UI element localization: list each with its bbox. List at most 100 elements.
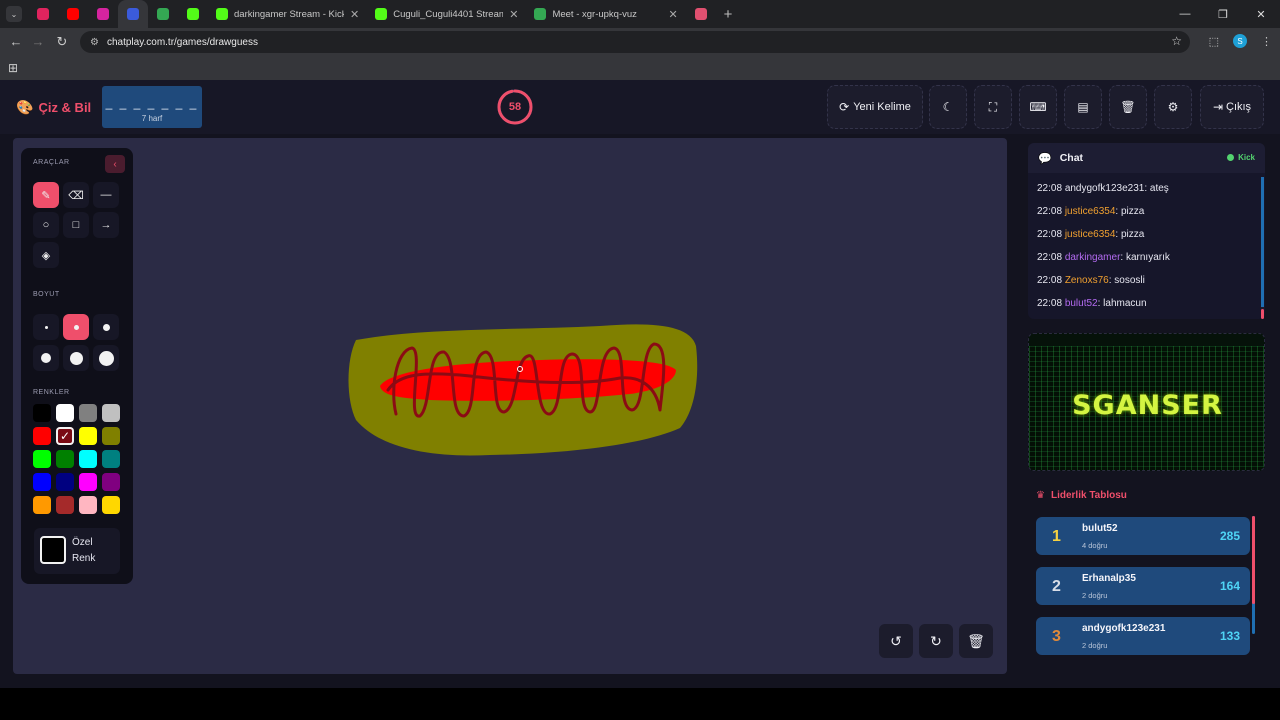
leaderboard-scrollbar[interactable]	[1252, 516, 1255, 634]
color-swatch[interactable]	[79, 496, 97, 514]
message-time: 22:08	[1037, 298, 1063, 309]
color-swatch[interactable]	[33, 450, 51, 468]
keyboard-button[interactable]: ⌨	[1019, 85, 1057, 129]
fill-tool[interactable]: ◈	[33, 242, 59, 268]
chat-scrollbar[interactable]	[1261, 177, 1264, 319]
close-window-icon[interactable]: ✕	[1242, 0, 1280, 28]
color-swatch[interactable]	[102, 427, 120, 445]
message-username[interactable]: justice6354	[1065, 229, 1116, 240]
streamer-banner: SGANSER	[1028, 333, 1265, 471]
menu-kebab-icon[interactable]: ⋮	[1261, 35, 1272, 48]
apps-grid-icon[interactable]: ⊞	[8, 61, 18, 75]
clear-canvas-button[interactable]: 🗑	[959, 624, 993, 658]
tab-search-button[interactable]: ⌄	[6, 6, 22, 22]
chat-message: 22:08 justice6354: pizza	[1037, 229, 1144, 240]
undo-button[interactable]: ↺	[879, 624, 913, 658]
player-score: 285	[1219, 529, 1240, 543]
settings-button[interactable]: ⚙	[1154, 85, 1192, 129]
color-swatch[interactable]	[33, 473, 51, 491]
brush-size-option[interactable]	[93, 314, 119, 340]
color-swatch[interactable]	[33, 404, 51, 422]
chat-scroll-thumb[interactable]	[1261, 309, 1264, 319]
kick-favicon-icon	[187, 8, 199, 20]
browser-tab[interactable]	[88, 0, 118, 28]
arrow-right-icon: →	[100, 219, 112, 231]
extensions-icon[interactable]: ⬚	[1209, 35, 1219, 48]
profile-avatar[interactable]: S	[1233, 34, 1247, 48]
browser-tab[interactable]: Meet - xgr-upkq-vuz ✕	[526, 0, 685, 28]
delete-button[interactable]: 🗑	[1109, 85, 1147, 129]
collapse-panel-button[interactable]: ‹	[105, 155, 125, 173]
brush-size-option[interactable]	[33, 345, 59, 371]
color-swatch[interactable]	[56, 496, 74, 514]
browser-tab[interactable]	[58, 0, 88, 28]
logout-icon: ⇥	[1212, 100, 1223, 114]
message-username[interactable]: justice6354	[1065, 206, 1116, 217]
close-tab-icon[interactable]: ✕	[350, 8, 359, 21]
browser-tab[interactable]	[178, 0, 208, 28]
message-username[interactable]: andygofk123e231	[1065, 183, 1145, 194]
site-info-icon[interactable]: ⚙	[90, 37, 99, 48]
color-swatch[interactable]	[79, 473, 97, 491]
color-swatch[interactable]	[79, 404, 97, 422]
size-dot-icon	[41, 353, 51, 363]
browser-tab[interactable]	[118, 0, 148, 28]
color-swatch[interactable]	[79, 450, 97, 468]
color-swatch[interactable]	[56, 473, 74, 491]
archive-button[interactable]: ▤	[1064, 85, 1102, 129]
redo-button[interactable]: ↻	[919, 624, 953, 658]
forward-icon[interactable]: →	[26, 34, 50, 49]
rectangle-tool[interactable]: □	[63, 212, 89, 238]
restore-icon[interactable]: ❐	[1204, 0, 1242, 28]
back-icon[interactable]: ←	[4, 34, 28, 49]
url-text[interactable]: chatplay.com.tr/games/drawguess	[107, 37, 258, 48]
leaderboard-scroll-thumb[interactable]	[1252, 516, 1255, 604]
fullscreen-button[interactable]: ⛶	[974, 85, 1012, 129]
color-swatch[interactable]	[79, 427, 97, 445]
word-length-hint: 7 harf	[141, 114, 163, 123]
color-swatch[interactable]	[56, 450, 74, 468]
eraser-tool[interactable]: ⌫	[63, 182, 89, 208]
logout-button[interactable]: ⇥ Çıkış	[1200, 85, 1264, 129]
dark-mode-button[interactable]: ☾	[929, 85, 967, 129]
arrow-tool[interactable]: →	[93, 212, 119, 238]
color-swatch[interactable]	[56, 404, 74, 422]
color-swatch[interactable]	[102, 473, 120, 491]
close-tab-icon[interactable]: ✕	[668, 8, 677, 21]
color-swatch[interactable]	[102, 450, 120, 468]
message-username[interactable]: bulut52	[1065, 298, 1098, 309]
new-word-button[interactable]: ⟳ Yeni Kelime	[827, 85, 923, 129]
app-logo[interactable]: 🎨 Çiz & Bil	[16, 99, 91, 116]
color-swatch[interactable]	[102, 404, 120, 422]
brush-size-option[interactable]	[93, 345, 119, 371]
size-label: BOYUT	[33, 291, 60, 298]
color-swatch[interactable]: ✓	[56, 427, 74, 445]
reload-icon[interactable]: ↻	[50, 34, 74, 50]
browser-tab[interactable]	[686, 0, 716, 28]
line-tool[interactable]: —	[93, 182, 119, 208]
url-bar[interactable]: ⚙ chatplay.com.tr/games/drawguess ☆	[80, 31, 1190, 53]
close-tab-icon[interactable]: ✕	[509, 8, 518, 21]
browser-tab[interactable]: Cuguli_Cuguli4401 Stream - Wa ✕	[367, 0, 526, 28]
new-tab-button[interactable]: +	[724, 6, 733, 23]
browser-tab[interactable]	[28, 0, 58, 28]
message-username[interactable]: Zenoxs76	[1065, 275, 1109, 286]
chat-message: 22:08 Zenoxs76: sososli	[1037, 275, 1145, 286]
online-dot	[1227, 154, 1235, 161]
circle-tool[interactable]: ○	[33, 212, 59, 238]
minimize-icon[interactable]: —	[1166, 0, 1204, 28]
message-username[interactable]: darkingamer	[1065, 252, 1121, 263]
brush-size-option[interactable]	[63, 314, 89, 340]
player-name: Erhanalp35	[1082, 573, 1136, 584]
brush-size-option[interactable]	[33, 314, 59, 340]
brush-tool[interactable]: ✎	[33, 182, 59, 208]
color-swatch[interactable]	[33, 496, 51, 514]
browser-tab[interactable]: darkingamer Stream - Kick Das ✕	[208, 0, 367, 28]
color-swatch[interactable]	[33, 427, 51, 445]
browser-tab[interactable]	[148, 0, 178, 28]
color-swatch[interactable]	[102, 496, 120, 514]
custom-color-button[interactable]: Özel Renk	[34, 528, 120, 574]
message-text: : pizza	[1115, 229, 1145, 240]
brush-size-option[interactable]	[63, 345, 89, 371]
bookmark-star-icon[interactable]: ☆	[1171, 34, 1182, 48]
